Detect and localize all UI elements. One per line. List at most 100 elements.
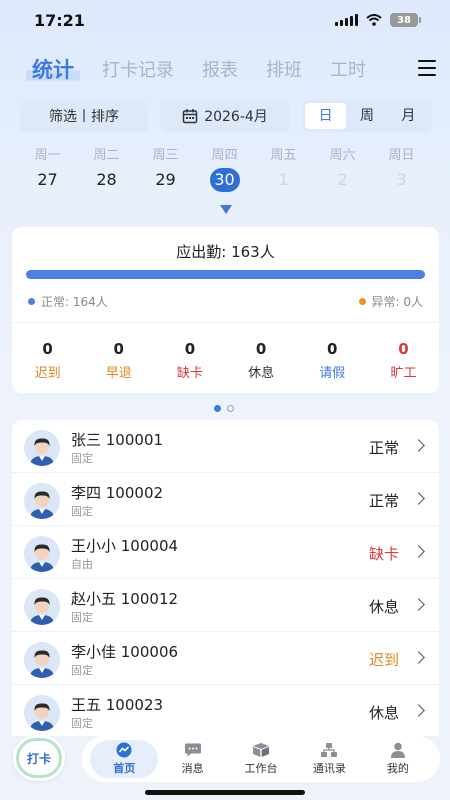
avatar bbox=[24, 483, 60, 519]
stat-late[interactable]: 0 迟到 bbox=[12, 340, 83, 381]
page-indicator bbox=[214, 405, 234, 412]
chevron-right-icon bbox=[412, 651, 425, 664]
filter-sort-button[interactable]: 筛选丨排序 bbox=[20, 100, 148, 132]
stat-value: 0 bbox=[113, 340, 124, 358]
attendance-progress-bar bbox=[26, 270, 425, 279]
date-number: 3 bbox=[396, 170, 407, 189]
date-number: 30 bbox=[209, 168, 240, 192]
chevron-right-icon bbox=[412, 545, 425, 558]
wifi-icon bbox=[366, 14, 382, 26]
stat-label: 缺卡 bbox=[176, 366, 203, 381]
tab-statistics[interactable]: 统计 bbox=[26, 54, 80, 84]
date-label: 2026-4月 bbox=[204, 109, 268, 125]
divider bbox=[12, 322, 439, 323]
weekday-label: 周四 bbox=[211, 148, 238, 163]
segment-week[interactable]: 周 bbox=[346, 103, 387, 129]
punch-label: 打卡 bbox=[16, 738, 62, 778]
stat-label: 旷工 bbox=[390, 366, 417, 381]
nav-contacts[interactable]: 通讯录 bbox=[295, 740, 363, 778]
avatar bbox=[24, 589, 60, 625]
employee-row[interactable]: 赵小五 100012 固定 休息 bbox=[12, 579, 439, 632]
stat-label: 请假 bbox=[319, 366, 346, 381]
employee-status: 缺卡 bbox=[368, 545, 399, 563]
tab-work-hours[interactable]: 工时 bbox=[330, 56, 366, 82]
employee-row[interactable]: 张三 100001 固定 正常 bbox=[12, 420, 439, 473]
nav-label: 我的 bbox=[386, 762, 409, 775]
nav-label: 首页 bbox=[113, 762, 136, 775]
employee-schedule-type: 固定 bbox=[71, 452, 93, 465]
nav-messages[interactable]: 消息 bbox=[158, 740, 226, 778]
home-indicator bbox=[145, 790, 305, 795]
punch-button[interactable]: 打卡 bbox=[13, 735, 65, 781]
employee-row[interactable]: 王五 100023 固定 休息 bbox=[12, 685, 439, 736]
chevron-right-icon bbox=[412, 704, 425, 717]
abnormal-dot-icon bbox=[358, 298, 366, 305]
stat-label: 早退 bbox=[105, 366, 132, 381]
stat-leave[interactable]: 0 请假 bbox=[297, 340, 368, 381]
employee-status: 迟到 bbox=[368, 651, 399, 669]
segment-month[interactable]: 月 bbox=[388, 103, 429, 129]
employee-row[interactable]: 王小小 100004 自由 缺卡 bbox=[12, 526, 439, 579]
employee-schedule-type: 固定 bbox=[71, 611, 93, 624]
period-segmented-control: 日 周 月 bbox=[302, 100, 432, 132]
day-item[interactable]: 周三 29 bbox=[136, 144, 195, 194]
date-picker-button[interactable]: 2026-4月 bbox=[160, 100, 290, 132]
employee-name: 王五 100023 bbox=[71, 696, 164, 714]
employee-name: 张三 100001 bbox=[71, 431, 164, 449]
stats-row: 0 迟到 0 早退 0 缺卡 0 休息 0 请假 0 旷工 bbox=[12, 340, 439, 381]
contacts-icon bbox=[321, 743, 338, 757]
menu-icon[interactable] bbox=[418, 60, 436, 76]
employee-name: 李四 100002 bbox=[71, 484, 164, 502]
nav-label: 工作台 bbox=[244, 762, 278, 775]
calendar-icon bbox=[182, 109, 198, 124]
abnormal-count: 异常: 0人 bbox=[371, 295, 424, 309]
expand-calendar-icon[interactable] bbox=[220, 205, 232, 214]
stat-absent[interactable]: 0 旷工 bbox=[368, 340, 439, 381]
date-number: 28 bbox=[96, 170, 117, 189]
profile-icon bbox=[390, 742, 405, 758]
day-item: 周日 3 bbox=[372, 144, 431, 194]
employee-name: 赵小五 100012 bbox=[71, 590, 179, 608]
weekday-label: 周二 bbox=[93, 148, 120, 163]
segment-day[interactable]: 日 bbox=[305, 103, 347, 129]
tab-schedule[interactable]: 排班 bbox=[266, 56, 302, 82]
stat-value: 0 bbox=[42, 340, 53, 358]
weekday-label: 周六 bbox=[329, 148, 356, 163]
home-icon bbox=[116, 742, 132, 758]
day-item: 周六 2 bbox=[313, 144, 372, 194]
weekday-label: 周三 bbox=[152, 148, 179, 163]
battery-icon: 38 bbox=[390, 13, 421, 27]
employee-status: 正常 bbox=[368, 492, 399, 510]
normal-dot-icon bbox=[28, 298, 35, 305]
employee-row[interactable]: 李四 100002 固定 正常 bbox=[12, 473, 439, 526]
weekday-label: 周日 bbox=[388, 148, 415, 163]
page-dot bbox=[227, 405, 234, 412]
date-number: 29 bbox=[155, 170, 176, 189]
normal-count: 正常: 164人 bbox=[41, 295, 108, 309]
stat-label: 休息 bbox=[248, 366, 275, 381]
nav-profile[interactable]: 我的 bbox=[364, 740, 432, 778]
avatar bbox=[24, 536, 60, 572]
day-item-selected[interactable]: 周四 30 bbox=[195, 144, 254, 194]
employee-schedule-type: 固定 bbox=[71, 505, 93, 518]
message-icon bbox=[184, 743, 201, 757]
stat-value: 0 bbox=[255, 340, 267, 358]
status-icons: 38 bbox=[335, 13, 421, 27]
day-item[interactable]: 周一 27 bbox=[18, 144, 77, 194]
stat-missing-punch[interactable]: 0 缺卡 bbox=[154, 340, 225, 381]
tab-reports[interactable]: 报表 bbox=[202, 56, 238, 82]
employee-schedule-type: 自由 bbox=[71, 558, 93, 571]
date-number: 1 bbox=[278, 170, 289, 189]
stat-early-leave[interactable]: 0 早退 bbox=[83, 340, 154, 381]
nav-home[interactable]: 首页 bbox=[90, 740, 159, 778]
stat-rest[interactable]: 0 休息 bbox=[226, 340, 297, 381]
day-item: 周五 1 bbox=[254, 144, 313, 194]
employee-row[interactable]: 李小佳 100006 固定 迟到 bbox=[12, 632, 439, 685]
nav-workbench[interactable]: 工作台 bbox=[227, 740, 295, 778]
day-item[interactable]: 周二 28 bbox=[77, 144, 136, 194]
date-number: 2 bbox=[337, 170, 348, 189]
avatar bbox=[24, 695, 60, 731]
tab-punch-records[interactable]: 打卡记录 bbox=[102, 56, 174, 82]
top-tabs: 统计 打卡记录 报表 排班 工时 bbox=[18, 52, 438, 86]
stat-value: 0 bbox=[327, 340, 338, 358]
